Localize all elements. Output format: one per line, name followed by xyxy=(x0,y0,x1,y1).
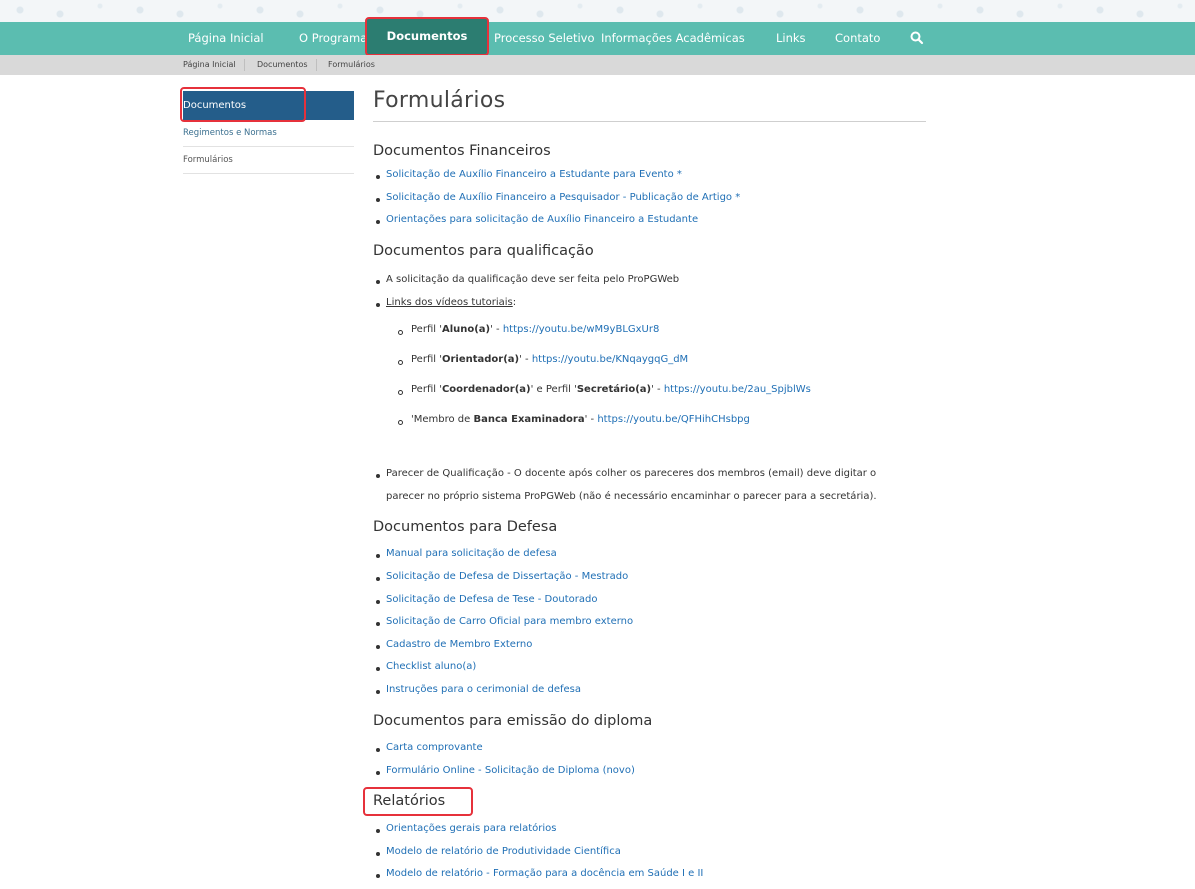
list-bullet xyxy=(376,600,380,604)
breadcrumb: Página Inicial Documentos Formulários xyxy=(0,55,1195,75)
sublist-bullet xyxy=(398,420,403,425)
video-role: Coordenador(a) xyxy=(441,384,531,395)
section-heading-qualificacao: Documentos para qualificação xyxy=(373,243,594,259)
sidebar-item-label: Formulários xyxy=(183,155,233,165)
nav-item-o-programa[interactable]: O Programa xyxy=(299,22,367,55)
breadcrumb-separator xyxy=(244,59,245,71)
qualificacao-instruction: A solicitação da qualificação deve ser f… xyxy=(386,274,680,285)
video-sep: ' - xyxy=(651,384,664,395)
video-role: Aluno(a) xyxy=(441,324,491,335)
link-cerimonial[interactable]: Instruções para o cerimonial de defesa xyxy=(386,684,581,695)
breadcrumb-item-documentos[interactable]: Documentos xyxy=(257,55,308,75)
link-defesa-dissertacao[interactable]: Solicitação de Defesa de Dissertação - M… xyxy=(386,571,628,582)
list-bullet xyxy=(376,690,380,694)
sidebar-item-formularios[interactable]: Formulários xyxy=(183,147,354,174)
video-link-orientador[interactable]: https://youtu.be/KNqaygqG_dM xyxy=(532,354,688,365)
video-role: Orientador(a) xyxy=(441,354,520,365)
list-bullet xyxy=(376,622,380,626)
video-prefix: Perfil ' xyxy=(411,384,442,395)
breadcrumb-item-formularios: Formulários xyxy=(328,60,375,69)
link-formulario-diploma[interactable]: Formulário Online - Solicitação de Diplo… xyxy=(386,765,635,776)
breadcrumb-separator xyxy=(316,59,317,71)
sublist-bullet xyxy=(398,360,403,365)
list-bullet xyxy=(376,829,380,833)
link-relatorio-docencia[interactable]: Modelo de relatório - Formação para a do… xyxy=(386,868,703,879)
list-bullet xyxy=(376,577,380,581)
video-link-banca[interactable]: https://youtu.be/QFHihCHsbpg xyxy=(597,414,750,425)
list-bullet xyxy=(376,474,380,478)
section-heading-defesa: Documentos para Defesa xyxy=(373,519,558,535)
sublist-bullet xyxy=(398,330,403,335)
link-orientacoes-relatorios[interactable]: Orientações gerais para relatórios xyxy=(386,823,556,834)
video-prefix: Perfil ' xyxy=(411,324,442,335)
videos-tutoriais-text: Links dos vídeos tutoriais xyxy=(386,297,513,308)
sidebar-item-regimentos[interactable]: Regimentos e Normas xyxy=(183,120,354,147)
search-icon[interactable] xyxy=(909,30,925,46)
page-title: Formulários xyxy=(373,88,506,113)
video-orientador: Perfil 'Orientador(a)' - https://youtu.b… xyxy=(411,354,688,365)
nav-item-links[interactable]: Links xyxy=(776,22,806,55)
video-banca: 'Membro de Banca Examinadora' - https://… xyxy=(411,414,750,425)
link-auxilio-pesquisador-artigo[interactable]: Solicitação de Auxílio Financeiro a Pesq… xyxy=(386,192,740,203)
link-carta-comprovante[interactable]: Carta comprovante xyxy=(386,742,483,753)
nav-item-processo-seletivo[interactable]: Processo Seletivo xyxy=(494,22,595,55)
header-banner-strip xyxy=(0,0,1195,22)
parecer-line-2: parecer no próprio sistema ProPGWeb (não… xyxy=(386,491,877,502)
video-prefix: Perfil ' xyxy=(411,354,442,365)
sublist-bullet xyxy=(398,390,403,395)
list-bullet xyxy=(376,198,380,202)
video-sep: ' - xyxy=(519,354,532,365)
video-role: Banca Examinadora xyxy=(473,414,585,425)
videos-tutoriais-colon: : xyxy=(512,297,517,308)
video-prefix: 'Membro de xyxy=(411,414,474,425)
video-aluno: Perfil 'Aluno(a)' - https://youtu.be/wM9… xyxy=(411,324,659,335)
list-bullet xyxy=(376,554,380,558)
videos-tutoriais-label: Links dos vídeos tutoriais: xyxy=(386,297,516,308)
link-defesa-tese[interactable]: Solicitação de Defesa de Tese - Doutorad… xyxy=(386,594,597,605)
video-link-coordenador[interactable]: https://youtu.be/2au_SpjblWs xyxy=(664,384,811,395)
breadcrumb-item-pagina-inicial[interactable]: Página Inicial xyxy=(183,55,236,75)
nav-item-informacoes-academicas[interactable]: Informações Acadêmicas xyxy=(601,22,745,55)
video-coordenador: Perfil 'Coordenador(a)' e Perfil 'Secret… xyxy=(411,384,811,395)
list-bullet xyxy=(376,303,380,307)
link-auxilio-estudante-evento[interactable]: Solicitação de Auxílio Financeiro a Estu… xyxy=(386,169,682,180)
parecer-line-1: Parecer de Qualificação - O docente após… xyxy=(386,468,877,479)
highlight-outline xyxy=(363,787,473,816)
section-heading-diploma: Documentos para emissão do diploma xyxy=(373,713,653,729)
list-bullet xyxy=(376,175,380,179)
nav-item-documentos-label: Documentos xyxy=(386,29,468,43)
title-divider xyxy=(373,121,926,122)
nav-item-pagina-inicial[interactable]: Página Inicial xyxy=(188,22,264,55)
list-bullet xyxy=(376,748,380,752)
link-checklist[interactable]: Checklist aluno(a) xyxy=(386,661,476,672)
link-relatorio-produtividade[interactable]: Modelo de relatório de Produtividade Cie… xyxy=(386,846,621,857)
list-bullet xyxy=(376,874,380,878)
main-navbar: Página Inicial O Programa Processo Selet… xyxy=(0,22,1195,55)
list-bullet xyxy=(376,645,380,649)
video-sep: ' - xyxy=(584,414,598,425)
video-link-aluno[interactable]: https://youtu.be/wM9yBLGxUr8 xyxy=(503,324,660,335)
sidebar-item-label: Regimentos e Normas xyxy=(183,128,277,138)
link-carro-oficial[interactable]: Solicitação de Carro Oficial para membro… xyxy=(386,616,633,627)
video-sep: ' - xyxy=(490,324,503,335)
nav-item-documentos[interactable]: Documentos xyxy=(365,17,489,56)
list-bullet xyxy=(376,771,380,775)
list-bullet xyxy=(376,280,380,284)
video-mid: ' e Perfil ' xyxy=(530,384,577,395)
list-bullet xyxy=(376,852,380,856)
link-cadastro-membro[interactable]: Cadastro de Membro Externo xyxy=(386,639,532,650)
link-manual-defesa[interactable]: Manual para solicitação de defesa xyxy=(386,548,557,559)
nav-item-contato[interactable]: Contato xyxy=(835,22,880,55)
highlight-outline xyxy=(180,87,306,122)
section-heading-financeiros: Documentos Financeiros xyxy=(373,143,551,159)
list-bullet xyxy=(376,667,380,671)
video-role: Secretário(a) xyxy=(576,384,652,395)
list-bullet xyxy=(376,220,380,224)
link-orientacoes-auxilio[interactable]: Orientações para solicitação de Auxílio … xyxy=(386,214,698,225)
